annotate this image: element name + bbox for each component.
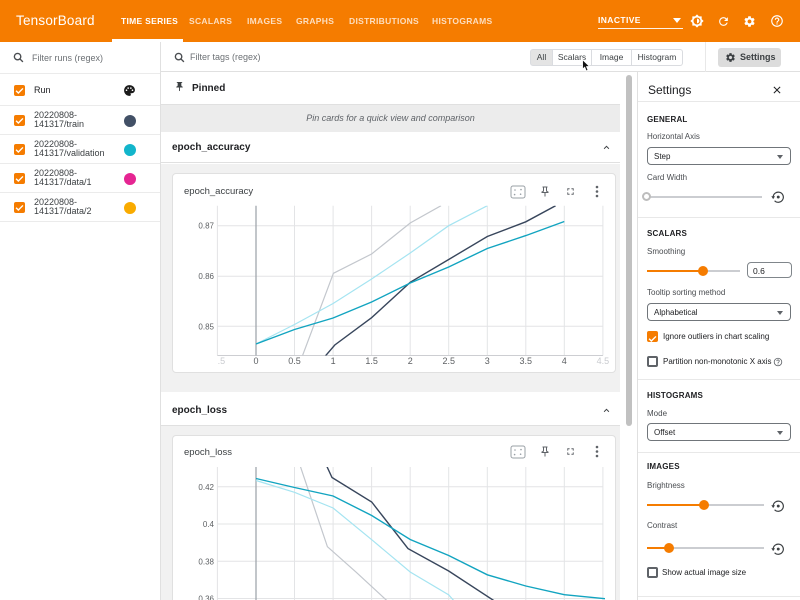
svg-text:0.42: 0.42 (198, 483, 214, 492)
svg-text:1: 1 (331, 356, 336, 366)
svg-text:3.5: 3.5 (520, 356, 533, 366)
svg-text:0.38: 0.38 (198, 557, 214, 566)
svg-text:1.5: 1.5 (365, 356, 378, 366)
svg-text:0: 0 (253, 356, 258, 366)
svg-text:4: 4 (562, 356, 567, 366)
svg-text:-0.5: -0.5 (210, 356, 226, 366)
svg-text:3: 3 (485, 356, 490, 366)
svg-text:0.4: 0.4 (203, 520, 215, 529)
svg-text:4.5: 4.5 (597, 356, 610, 366)
svg-text:0.36: 0.36 (198, 595, 214, 600)
svg-text:2.5: 2.5 (442, 356, 455, 366)
svg-text:0.86: 0.86 (198, 272, 214, 281)
svg-text:0.5: 0.5 (288, 356, 301, 366)
svg-text:0.87: 0.87 (198, 222, 214, 231)
svg-text:2: 2 (408, 356, 413, 366)
svg-text:0.85: 0.85 (198, 322, 214, 331)
